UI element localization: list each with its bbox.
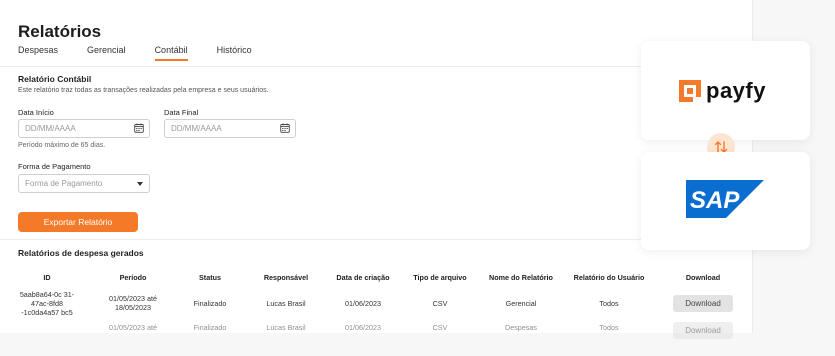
table-title: Relatórios de despesa gerados <box>18 248 144 258</box>
col-header-report-name: Nome do Relatório <box>489 272 553 282</box>
sap-logo: SAP <box>686 180 764 218</box>
cell-download: Download <box>654 286 752 320</box>
payfy-card: payfy <box>641 41 810 140</box>
payment-method-label: Forma de Pagamento <box>18 162 91 171</box>
tab-gerencial[interactable]: Gerencial <box>87 45 126 61</box>
page-title: Relatórios <box>18 22 102 41</box>
cell-period: 01/05/2023 até 18/05/2023 <box>109 294 157 312</box>
tab-historico[interactable]: Histórico <box>217 45 252 61</box>
end-date-label: Data Final <box>164 108 199 117</box>
cell-user-report: Todos <box>599 323 619 332</box>
payfy-mark-icon <box>679 80 701 102</box>
export-report-button[interactable]: Exportar Relatório <box>18 212 138 232</box>
download-button[interactable]: Download <box>673 294 733 312</box>
cell-id: 5aab8a64-0c 31-47ac-8fd8 -1c0da4a57 bc5 <box>19 289 75 317</box>
report-title: Relatório Contábil <box>18 74 92 84</box>
cell-download: Download <box>654 320 752 356</box>
end-date-input[interactable]: DD/MM/AAAA <box>164 119 296 138</box>
download-button[interactable]: Download <box>673 322 733 339</box>
reports-table: ID Período Status Responsável Data de cr… <box>0 268 752 356</box>
cell-status: Finalizado <box>193 323 227 332</box>
calendar-icon[interactable] <box>280 123 290 133</box>
payment-method-select[interactable]: Forma de Pagamento <box>18 174 150 193</box>
tabs-divider <box>0 66 752 67</box>
chevron-down-icon <box>137 182 143 186</box>
cell-report-name: Gerencial <box>505 298 537 308</box>
cell-file-type: CSV <box>432 298 448 308</box>
cell-id <box>0 320 94 356</box>
tab-contabil[interactable]: Contábil <box>154 45 188 61</box>
payment-method-placeholder: Forma de Pagamento <box>25 179 103 188</box>
cell-created: 01/06/2023 <box>345 323 381 332</box>
col-header-created: Data de criação <box>336 272 390 282</box>
cell-responsible: Lucas Brasil <box>266 323 306 332</box>
start-date-placeholder: DD/MM/AAAA <box>25 124 76 133</box>
payfy-wordmark: payfy <box>706 78 766 103</box>
cell-status: Finalizado <box>193 298 227 308</box>
table-row: 5aab8a64-0c 31-47ac-8fd8 -1c0da4a57 bc5 … <box>0 286 752 320</box>
table-header-row: ID Período Status Responsável Data de cr… <box>0 268 752 286</box>
table-row: 01/05/2023 até Finalizado Lucas Brasil 0… <box>0 320 752 356</box>
tab-despesas[interactable]: Despesas <box>18 45 58 61</box>
sap-card: SAP <box>641 152 810 250</box>
col-header-status: Status <box>199 272 221 282</box>
start-date-label: Data Início <box>18 108 54 117</box>
col-header-user-report: Relatório do Usuário <box>573 272 645 282</box>
col-header-id: ID <box>43 272 51 282</box>
cell-file-type: CSV <box>432 323 448 332</box>
cell-period: 01/05/2023 até <box>109 323 157 332</box>
cell-responsible: Lucas Brasil <box>266 298 306 308</box>
end-date-placeholder: DD/MM/AAAA <box>171 124 222 133</box>
start-date-input[interactable]: DD/MM/AAAA <box>18 119 150 138</box>
cell-created: 01/06/2023 <box>345 298 381 308</box>
col-header-period: Período <box>119 272 147 282</box>
payfy-logo: payfy <box>679 78 766 104</box>
calendar-icon[interactable] <box>134 123 144 133</box>
cell-user-report: Todos <box>599 298 619 308</box>
cell-report-name: Despesas <box>505 323 537 332</box>
tabs-bar: Despesas Gerencial Contábil Histórico <box>18 45 281 61</box>
section-divider <box>0 239 752 240</box>
col-header-file-type: Tipo de arquivo <box>413 272 467 282</box>
col-header-responsible: Responsável <box>263 272 309 282</box>
period-hint: Período máximo de 65 dias. <box>18 142 106 149</box>
col-header-download: Download <box>685 272 721 282</box>
sap-wordmark: SAP <box>690 187 740 214</box>
report-description: Este relatório traz todas as transações … <box>18 87 269 94</box>
